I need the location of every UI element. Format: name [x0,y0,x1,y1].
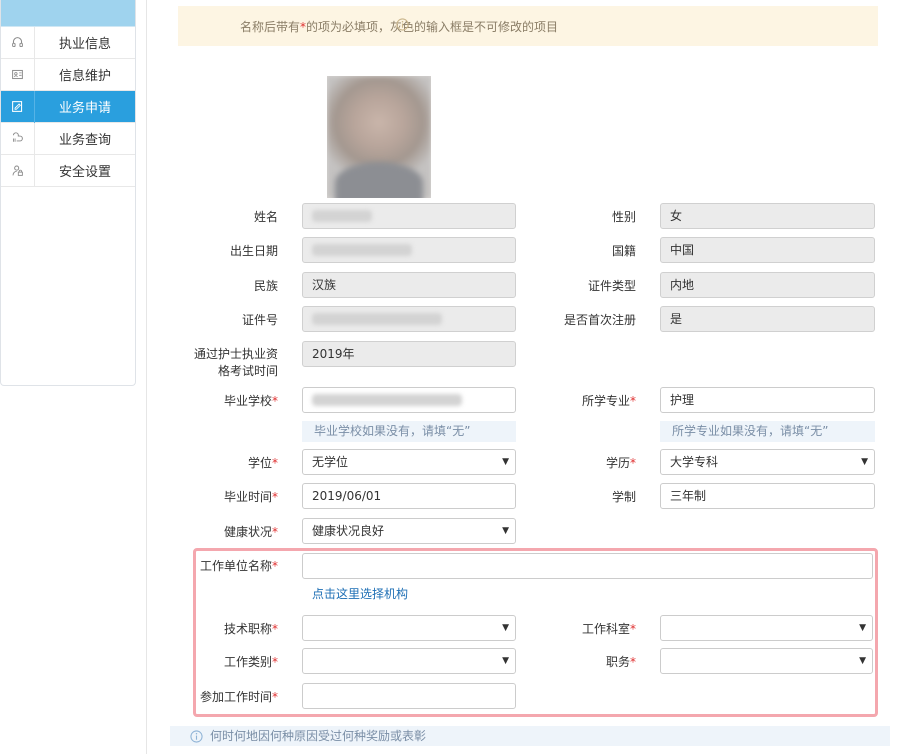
query-icon [1,122,35,155]
headset-icon [1,26,35,59]
awards-notice-text: 何时何地因何种原因受过何种奖励或表彰 [210,729,427,743]
applicant-photo [327,76,431,198]
sidebar-item-label: 信息维护 [58,69,111,84]
work-unit-input[interactable] [302,553,873,579]
school-hint: 毕业学校如果没有，请填“无” [302,421,516,442]
tech-title-label: 技术职称* [223,622,278,636]
ethnicity-field: 汉族 [302,272,516,298]
work-type-select[interactable]: ▼ [302,648,516,674]
health-select[interactable]: 健康状况良好 ▼ [302,518,516,544]
content-divider [146,0,147,754]
name-field [302,203,516,229]
chevron-down-icon: ▼ [502,656,509,666]
select-organization-link[interactable]: 点击这里选择机构 [312,585,408,602]
chevron-down-icon: ▼ [859,623,866,633]
first-registration-field: 是 [660,306,875,332]
chevron-down-icon: ▼ [859,656,866,666]
sidebar-item-label: 业务查询 [58,133,111,148]
sidebar-item-practice-info[interactable]: 执业信息 [1,26,135,59]
position-label: 职务* [605,655,636,669]
sidebar-item-label: 执业信息 [58,37,111,52]
id-type-field: 内地 [660,272,875,298]
education-select[interactable]: 大学专科 ▼ [660,449,875,475]
grad-date-label: 毕业时间* [223,490,278,504]
exam-time-label: 通过护士执业资 格考试时间 [193,347,278,378]
major-input[interactable]: 护理 [660,387,875,413]
sidebar-item-label: 业务申请 [58,101,111,116]
id-number-field [302,306,516,332]
info-icon [396,18,409,34]
work-unit-label: 工作单位名称* [199,559,278,573]
sidebar-header [1,0,135,27]
id-card-icon [1,58,35,91]
work-start-label: 参加工作时间* [199,690,278,704]
sidebar-item-business-query[interactable]: 业务查询 [1,122,135,155]
major-label: 所学专业* [581,394,636,408]
awards-notice: 何时何地因何种原因受过何种奖励或表彰 [170,726,890,746]
schooling-label: 学制 [611,490,636,504]
degree-label: 学位* [247,456,278,470]
chevron-down-icon: ▼ [502,623,509,633]
grad-date-input[interactable]: 2019/06/01 [302,483,516,509]
user-lock-icon [1,154,35,187]
sidebar-nav: 执业信息 信息维护 业务申请 业务查询 安全设置 [0,0,136,386]
school-input[interactable] [302,387,516,413]
required-fields-notice: 名称后带有*的项为必填项，灰色的输入框是不可修改的项目 [178,6,878,46]
ethnicity-label: 民族 [253,279,278,293]
department-select[interactable]: ▼ [660,615,873,641]
gender-field: 女 [660,203,875,229]
exam-time-field: 2019年 [302,341,516,367]
name-label: 姓名 [253,210,278,224]
birth-date-label: 出生日期 [229,244,278,258]
id-number-label: 证件号 [241,313,278,327]
gender-label: 性别 [611,210,636,224]
work-type-label: 工作类别* [223,655,278,669]
major-hint: 所学专业如果没有，请填“无” [660,421,875,442]
tech-title-select[interactable]: ▼ [302,615,516,641]
nationality-label: 国籍 [611,244,636,258]
form-edit-icon [1,90,35,123]
sidebar-item-label: 安全设置 [58,165,111,180]
chevron-down-icon: ▼ [502,526,509,536]
work-start-input[interactable] [302,683,516,709]
chevron-down-icon: ▼ [502,457,509,467]
info-icon [190,729,203,749]
department-label: 工作科室* [581,622,636,636]
degree-select[interactable]: 无学位 ▼ [302,449,516,475]
chevron-down-icon: ▼ [861,457,868,467]
sidebar-item-info-maintenance[interactable]: 信息维护 [1,58,135,91]
id-type-label: 证件类型 [587,279,636,293]
first-registration-label: 是否首次注册 [563,313,636,327]
position-select[interactable]: ▼ [660,648,873,674]
education-label: 学历* [605,456,636,470]
school-label: 毕业学校* [223,394,278,408]
sidebar-item-business-apply[interactable]: 业务申请 [1,90,135,123]
sidebar-item-security-settings[interactable]: 安全设置 [1,154,135,187]
nationality-field: 中国 [660,237,875,263]
health-label: 健康状况* [223,525,278,539]
birth-date-field [302,237,516,263]
schooling-input[interactable]: 三年制 [660,483,875,509]
